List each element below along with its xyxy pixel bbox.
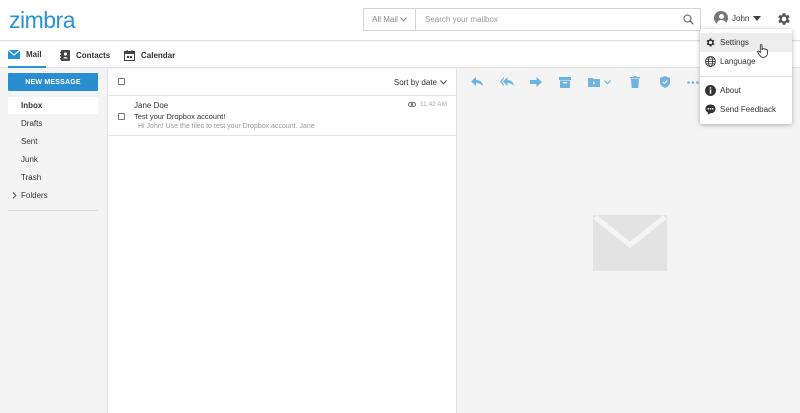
select-all-checkbox[interactable] (118, 78, 125, 85)
reply-all-icon (500, 77, 514, 86)
forward-icon (530, 77, 542, 87)
move-to-folder-icon (588, 78, 600, 87)
message-preview: Hi John! Use the files to test your Drop… (138, 123, 315, 130)
message-sender: Jane Doe (134, 101, 169, 110)
list-item[interactable]: Jane Doe Test your Dropbox account! Hi J… (108, 96, 456, 136)
tab-calendar[interactable]: Calendar (124, 42, 175, 68)
sort-label: Sort by date (393, 78, 437, 87)
tab-contacts[interactable]: Contacts (60, 42, 110, 68)
chevron-down-icon (400, 17, 407, 22)
avatar (714, 11, 728, 25)
menu-item-settings-label: Settings (720, 38, 749, 47)
search-button[interactable] (676, 9, 700, 30)
archive-icon (559, 76, 571, 88)
top-header: zimbra All Mail John (0, 0, 800, 41)
empty-envelope-icon (593, 215, 667, 271)
move-to-folder-button[interactable] (588, 75, 612, 89)
spam-button[interactable] (658, 75, 672, 89)
spam-shield-icon (660, 76, 670, 88)
info-icon (705, 85, 716, 96)
menu-item-language[interactable]: Language (700, 52, 792, 71)
feedback-icon (705, 104, 716, 115)
contacts-book-icon (60, 49, 70, 61)
menu-item-send-feedback[interactable]: Send Feedback (700, 100, 792, 119)
reply-icon (471, 77, 483, 86)
app-tabs: Mail Contacts Calendar (0, 42, 800, 68)
tab-calendar-label: Calendar (141, 50, 176, 60)
sort-dropdown[interactable]: Sort by date (394, 78, 447, 87)
search-icon (682, 14, 694, 25)
delete-icon (630, 76, 640, 88)
search-scope-dropdown[interactable]: All Mail (364, 9, 416, 30)
globe-icon (705, 56, 716, 67)
more-icon (687, 80, 699, 84)
chevron-down-icon (604, 79, 611, 85)
menu-divider (700, 76, 792, 77)
search-input[interactable] (416, 9, 676, 30)
sidebar-item-junk[interactable]: Junk (8, 151, 98, 168)
archive-button[interactable] (558, 75, 572, 89)
sidebar-folders-label: Folders (21, 191, 48, 200)
envelope-icon (8, 49, 20, 59)
chevron-down-icon (440, 80, 447, 85)
sidebar-item-inbox[interactable]: Inbox (8, 97, 98, 114)
settings-gear-button[interactable] (776, 11, 792, 27)
more-actions-button[interactable] (686, 75, 700, 89)
tab-mail[interactable]: Mail (8, 42, 46, 68)
sidebar-folders-toggle[interactable]: Folders (8, 187, 98, 204)
reply-button[interactable] (470, 75, 484, 89)
reply-all-button[interactable] (500, 75, 514, 89)
chevron-right-icon (12, 192, 17, 199)
message-subject: Test your Dropbox account! (134, 112, 226, 121)
menu-item-send-feedback-label: Send Feedback (720, 105, 777, 114)
menu-item-language-label: Language (720, 57, 756, 66)
gear-icon (778, 13, 790, 25)
user-name: John (732, 13, 750, 23)
sidebar-divider (8, 210, 98, 211)
sidebar: NEW MESSAGE Inbox Drafts Sent Junk Trash… (0, 69, 107, 413)
sidebar-item-sent[interactable]: Sent (8, 133, 98, 150)
caret-down-icon (753, 15, 762, 21)
hand-cursor-icon (757, 44, 768, 58)
message-list: Sort by date Jane Doe Test your Dropbox … (107, 69, 457, 413)
sidebar-item-drafts[interactable]: Drafts (8, 115, 98, 132)
calendar-icon (124, 49, 135, 61)
gear-icon (706, 38, 715, 47)
forward-button[interactable] (529, 75, 543, 89)
new-message-button[interactable]: NEW MESSAGE (8, 73, 98, 91)
search-bar: All Mail (363, 8, 701, 31)
delete-button[interactable] (628, 75, 642, 89)
search-scope-label: All Mail (372, 15, 398, 24)
zimbra-logo[interactable]: zimbra (9, 7, 76, 34)
menu-item-about-label: About (720, 86, 741, 95)
tab-contacts-label: Contacts (76, 50, 111, 60)
message-checkbox[interactable] (118, 113, 125, 120)
menu-item-about[interactable]: About (700, 81, 792, 100)
tab-mail-label: Mail (26, 49, 42, 59)
menu-item-settings[interactable]: Settings (700, 33, 792, 52)
user-menu[interactable]: John (714, 11, 762, 25)
message-time: 11:42 AM (420, 101, 447, 108)
message-meta: 11:42 AM (408, 101, 447, 108)
list-header: Sort by date (108, 69, 456, 96)
settings-dropdown-menu: Settings Language About Send Feedback (700, 29, 792, 124)
attachment-link-icon (408, 102, 417, 107)
sidebar-item-trash[interactable]: Trash (8, 169, 98, 186)
